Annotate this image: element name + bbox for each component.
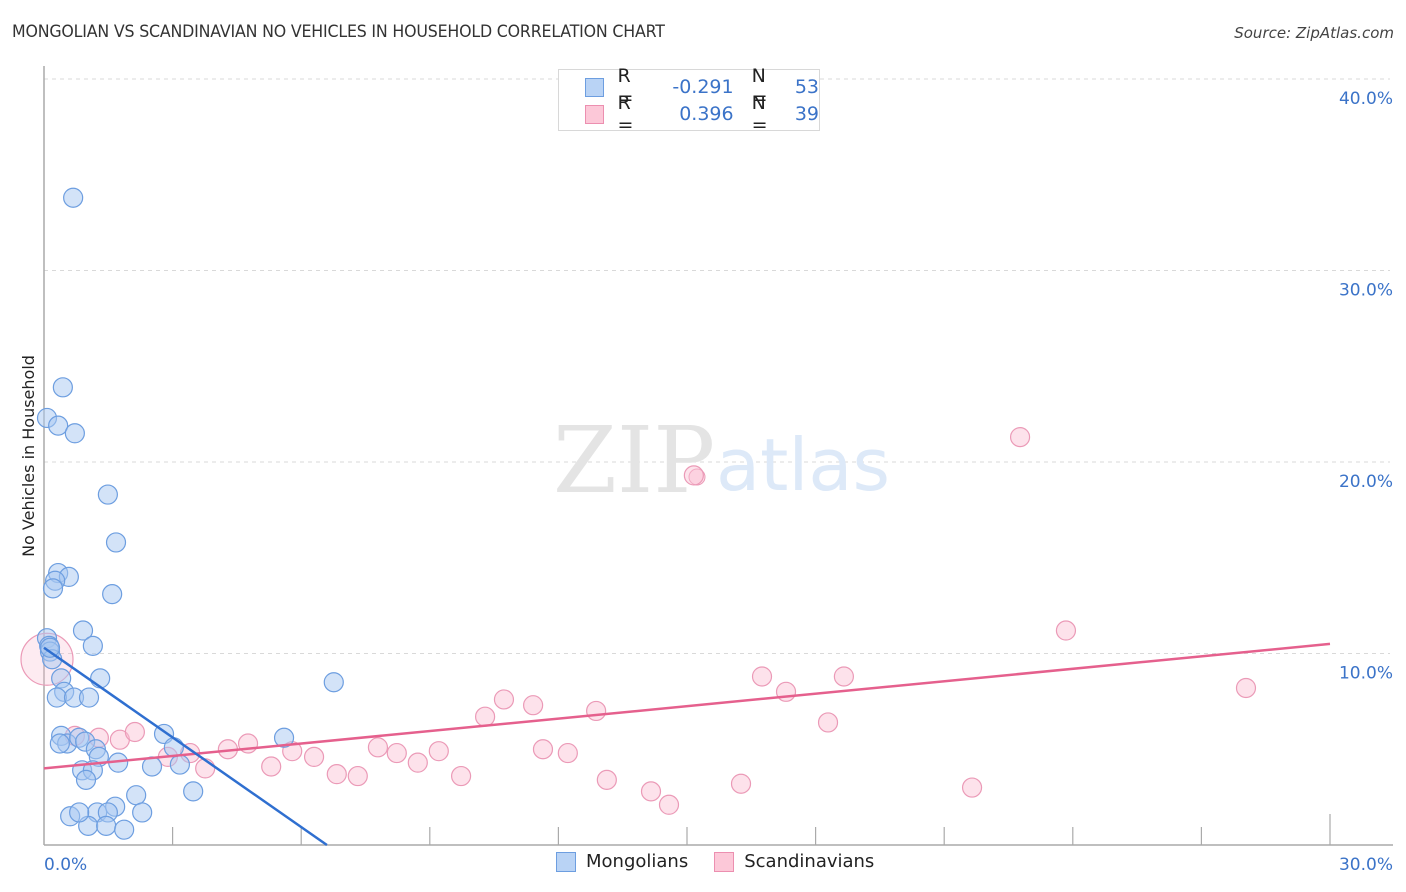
legend-r-value: -0.291: [672, 76, 734, 98]
scandinavian-point: [730, 773, 752, 794]
series-legend: Mongolians Scandinavians: [556, 851, 900, 872]
scandinavian-point: [833, 666, 854, 687]
y-tick-label-20: 20.0%: [1339, 472, 1393, 492]
series-label-mongolians: Mongolians: [586, 851, 689, 872]
y-tick-label-40: 40.0%: [1339, 89, 1393, 109]
mongolian-point: [102, 584, 123, 605]
scandinavian-point: [1235, 677, 1257, 699]
series-label-scandinavians: Scandinavians: [744, 851, 875, 872]
scandinavian-point: [386, 742, 407, 764]
watermark-zip: ZIP: [553, 407, 715, 514]
legend-swatch-scandinavians: [585, 104, 604, 124]
scandinavian-point: [493, 689, 515, 710]
scandinavian-point: [347, 765, 368, 787]
mongolian-point: [46, 687, 67, 708]
mongolian-point: [105, 532, 127, 553]
series-swatch-mongolians: [556, 851, 576, 872]
legend-n-value: 39: [794, 103, 819, 125]
scandinavian-point: [523, 695, 544, 716]
mongolian-point: [183, 781, 204, 802]
mongolian-point: [63, 187, 84, 208]
correlation-legend: R = -0.291 N = 53 R = 0.396 N = 39: [558, 65, 820, 136]
scandinavian-point: [450, 765, 472, 787]
mongolian-point: [169, 754, 190, 775]
watermark: ZIP atlas: [553, 407, 890, 514]
scandinavian-point: [303, 746, 325, 768]
scandinavian-point: [596, 769, 617, 790]
mongolian-point: [97, 484, 118, 505]
scandinavian-point: [428, 741, 449, 762]
scandinavian-point: [640, 781, 662, 802]
mongolian-point: [96, 815, 117, 836]
y-axis-label: No Vehicles in Household: [19, 355, 38, 557]
mongolian-point: [69, 802, 90, 823]
scandinavian-point: [407, 752, 428, 773]
x-tick-label-30: 30.0%: [1339, 855, 1393, 875]
series-legend-mongolians[interactable]: Mongolians: [556, 851, 688, 872]
y-tick-label-30: 30.0%: [1339, 281, 1393, 301]
legend-swatch-mongolians: [585, 77, 604, 97]
mongolian-point: [48, 415, 69, 436]
watermark-atlas: atlas: [716, 423, 890, 507]
scandinavian-point: [751, 666, 773, 687]
mongolian-point: [114, 819, 135, 840]
scandinavian-point: [586, 700, 607, 722]
mongolian-point: [75, 769, 97, 790]
scandinavian-point: [658, 794, 680, 815]
legend-n-label: N =: [751, 92, 768, 136]
scandinavian-point: [124, 721, 145, 743]
mongolian-point: [64, 423, 85, 444]
scandinavian-trend-line: [43, 642, 1331, 770]
legend-row-scandinavians: R = 0.396 N = 39: [585, 92, 819, 136]
scandinavian-point: [817, 712, 839, 733]
mongolian-point: [49, 733, 70, 754]
mongolian-point: [82, 635, 103, 656]
mongolian-point: [132, 802, 153, 823]
series-swatch-scandinavians: [714, 851, 735, 872]
y-tick-label-10: 10.0%: [1339, 664, 1393, 684]
trend-lines: [43, 642, 1331, 847]
mongolian-point: [323, 672, 344, 693]
series-legend-scandinavians[interactable]: Scandinavians: [714, 851, 874, 872]
mongolian-points: [36, 187, 344, 840]
mongolian-point: [42, 578, 64, 599]
mongolian-point: [52, 377, 73, 398]
scatter-chart: ZIP atlas 10.0%20.0%30.0%40.0%0.0% 30.0% …: [19, 66, 1393, 875]
scandinavian-point: [557, 742, 578, 764]
scandinavian-point: [961, 777, 983, 798]
scandinavian-point: [195, 758, 216, 779]
scandinavian-point: [532, 739, 554, 760]
mongolian-point: [39, 637, 61, 658]
legend-r-value: 0.396: [679, 103, 734, 125]
scandinavian-point: [683, 465, 704, 486]
grid-lines: [44, 78, 1390, 654]
mongolian-point: [126, 785, 147, 806]
x-tick-label-0: 0.0%: [44, 855, 87, 875]
scandinavian-point: [326, 764, 347, 785]
mongolian-point: [90, 668, 111, 689]
scandinavian-point: [1009, 427, 1031, 448]
scandinavian-point: [367, 737, 389, 758]
mongolian-point: [78, 687, 100, 708]
scandinavian-point: [474, 706, 496, 727]
scandinavian-point: [261, 756, 282, 777]
legend-r-label: R =: [617, 92, 634, 136]
legend-n-value: 53: [794, 76, 819, 98]
scandinavian-point: [1055, 620, 1077, 641]
